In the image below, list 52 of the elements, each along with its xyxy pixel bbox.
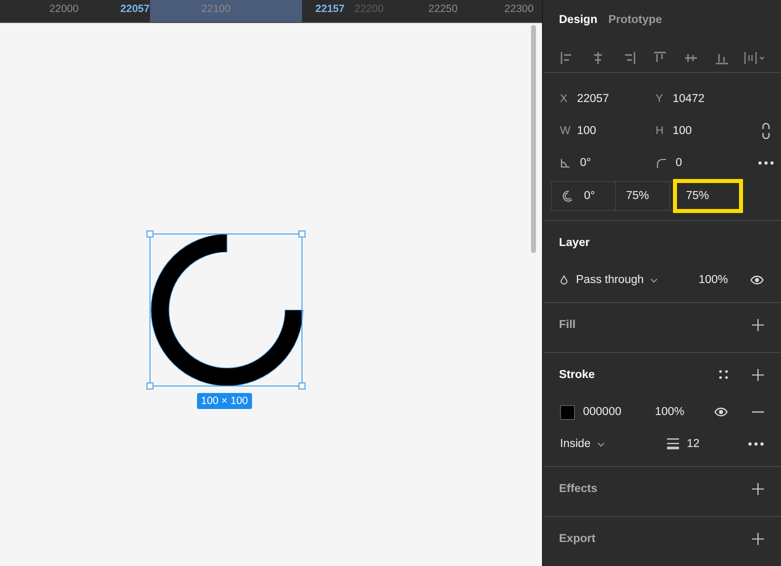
section-title: Layer: [559, 236, 591, 248]
section-title: Effects: [559, 482, 598, 494]
constrain-icon[interactable]: [762, 123, 770, 139]
add-icon[interactable]: [752, 482, 764, 494]
stroke-weight-icon: [666, 438, 679, 450]
ruler-label: 22057: [120, 3, 150, 15]
chevron-down-icon: [596, 442, 605, 446]
more-icon[interactable]: [758, 161, 774, 165]
scrollbar[interactable]: [531, 25, 536, 253]
panel-tab[interactable]: Design: [559, 14, 598, 36]
align-top-icon[interactable]: [653, 50, 667, 65]
width-field[interactable]: 100: [577, 125, 596, 137]
rotation-field[interactable]: 0°: [580, 157, 591, 169]
panel-tab[interactable]: Prototype: [608, 14, 662, 36]
ruler-label: 22100: [201, 3, 231, 15]
ruler-label: 22000: [49, 3, 79, 15]
corner-radius-field[interactable]: 0: [676, 157, 682, 169]
height-field[interactable]: 100: [672, 125, 692, 137]
align-left-icon[interactable]: [560, 50, 574, 65]
size-label: 100 × 100: [197, 393, 252, 409]
layer-opacity-field[interactable]: 100%: [698, 274, 728, 286]
add-icon[interactable]: [752, 532, 764, 544]
y-field[interactable]: 10472: [672, 93, 705, 105]
field-label: X: [560, 93, 567, 105]
x-field[interactable]: 22057: [577, 93, 609, 105]
add-icon[interactable]: [752, 318, 764, 330]
styles-icon[interactable]: [719, 370, 728, 379]
stroke-opacity-field[interactable]: 100%: [655, 406, 684, 418]
add-icon[interactable]: [752, 368, 764, 380]
ruler-label: 22250: [428, 3, 458, 15]
blend-mode-dropdown[interactable]: Pass through: [576, 274, 658, 286]
align-center-icon[interactable]: [591, 50, 605, 65]
eye-icon[interactable]: [714, 407, 728, 417]
section-title: Fill: [559, 318, 577, 330]
ruler-label: 22300: [504, 3, 534, 15]
field-label: Y: [656, 93, 663, 105]
section-title: Stroke: [559, 368, 596, 380]
ruler-label: 22157: [315, 3, 345, 15]
stroke-color-field[interactable]: 000000: [583, 406, 647, 418]
align-right-icon[interactable]: [622, 50, 636, 65]
section-title: Export: [559, 532, 596, 544]
blend-drop-icon: [560, 274, 568, 286]
more-icon[interactable]: [748, 442, 764, 446]
eye-icon[interactable]: [750, 275, 764, 285]
field-label: H: [656, 125, 663, 137]
color-swatch[interactable]: [560, 404, 575, 420]
rotation-icon: [560, 158, 570, 168]
stroke-position-dropdown[interactable]: Inside: [560, 438, 605, 450]
distribute-icon[interactable]: [744, 50, 766, 65]
chevron-down-icon: [650, 278, 658, 282]
stroke-weight-field[interactable]: 12: [686, 438, 700, 450]
corner-radius-icon: [656, 158, 666, 168]
